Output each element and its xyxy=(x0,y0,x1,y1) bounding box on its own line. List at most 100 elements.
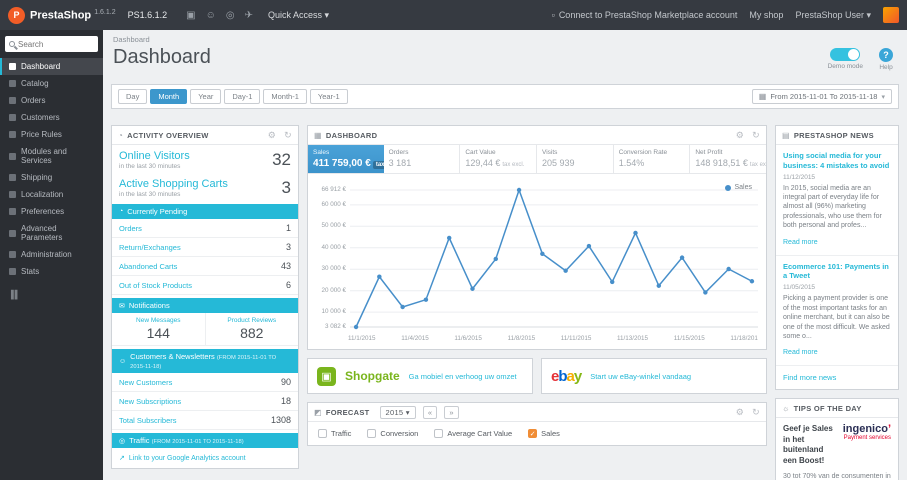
marketplace-link[interactable]: ▫ Connect to PrestaShop Marketplace accou… xyxy=(552,10,738,20)
news-icon: ▤ xyxy=(782,130,790,140)
user-avatar[interactable] xyxy=(883,7,899,23)
abandoned-carts-row[interactable]: Abandoned Carts 43 xyxy=(112,257,298,276)
filter-year-button[interactable]: Year xyxy=(190,89,222,104)
marketplace-icon: ▫ xyxy=(551,10,555,20)
date-range-picker[interactable]: ▦ From 2015-11-01 To 2015-11-18 ▾ xyxy=(751,89,892,104)
refresh-icon[interactable]: ↻ xyxy=(752,407,760,418)
my-shop-link[interactable]: My shop xyxy=(749,10,783,20)
collapse-sidebar-button[interactable]: ▐▌ xyxy=(0,280,103,309)
google-analytics-link[interactable]: ↗ Link to your Google Analytics account xyxy=(112,448,298,468)
cart-icon[interactable]: ▣ xyxy=(186,10,195,21)
refresh-icon[interactable]: ↻ xyxy=(284,130,292,141)
currently-pending-header: ◔ Currently Pending xyxy=(112,204,298,219)
sidebar-item-localization[interactable]: Localization xyxy=(0,186,103,203)
preferences-icon xyxy=(9,208,16,215)
kpi-visits[interactable]: Visits 205 939 xyxy=(537,145,614,173)
forecast-traffic-checkbox[interactable]: Traffic xyxy=(318,429,351,438)
out-of-stock-row[interactable]: Out of Stock Products 6 xyxy=(112,276,298,295)
kpi-cart-value[interactable]: Cart Value 129,44 € tax excl. xyxy=(460,145,538,173)
total-subscribers-row[interactable]: Total Subscribers 1308 xyxy=(112,411,298,430)
filter-year-1-button[interactable]: Year-1 xyxy=(309,89,348,104)
topbar-right: ▫ Connect to PrestaShop Marketplace accou… xyxy=(552,7,899,23)
news-item-title[interactable]: Ecommerce 101: Payments in a Tweet xyxy=(783,262,891,282)
shopgate-logo-icon: ▣ xyxy=(317,366,336,386)
sidebar-item-preferences[interactable]: Preferences xyxy=(0,203,103,220)
forecast-sales-checkbox[interactable]: ✓ Sales xyxy=(528,429,560,438)
y-tick-label: 20 000 € xyxy=(321,286,346,294)
ebay-link[interactable]: Start uw eBay-winkel vandaag xyxy=(590,372,691,381)
sidebar-item-orders[interactable]: Orders xyxy=(0,92,103,109)
sidebar-item-shipping[interactable]: Shipping xyxy=(0,169,103,186)
prestashop-logo-icon[interactable]: P xyxy=(8,6,25,24)
forecast-avg-cart-checkbox[interactable]: Average Cart Value xyxy=(434,429,512,438)
filter-day-button[interactable]: Day xyxy=(118,89,148,104)
new-messages-cell[interactable]: New Messages 144 xyxy=(112,313,205,345)
page-title: Dashboard xyxy=(113,46,211,68)
sidebar-item-administration[interactable]: Administration xyxy=(0,246,103,263)
search-input[interactable] xyxy=(18,39,94,49)
sidebar-item-stats[interactable]: Stats xyxy=(0,263,103,280)
administration-icon xyxy=(9,251,16,258)
profile-icon[interactable]: ☺ xyxy=(206,10,216,21)
read-more-link[interactable]: Read more xyxy=(783,349,818,356)
chart-plot-area: Sales xyxy=(350,182,758,332)
brand-name: PrestaShop 1.6.1.2 xyxy=(30,8,116,22)
forecast-conversion-checkbox[interactable]: Conversion xyxy=(367,429,418,438)
header-tools: Demo mode ? Help xyxy=(828,46,899,71)
sidebar-item-dashboard[interactable]: Dashboard xyxy=(0,58,103,75)
shopgate-link[interactable]: Ga mobiel en verhoog uw omzet xyxy=(409,372,517,381)
sidebar: Dashboard Catalog Orders Customers Price… xyxy=(0,30,103,480)
gear-icon[interactable]: ⚙ xyxy=(268,130,276,141)
demo-mode-control: Demo mode xyxy=(828,48,863,71)
sidebar-item-price-rules[interactable]: Price Rules xyxy=(0,126,103,143)
breadcrumb: Dashboard xyxy=(113,35,150,44)
help-icon[interactable]: ? xyxy=(879,48,893,62)
news-item-title[interactable]: Using social media for your business: 4 … xyxy=(783,151,891,171)
pending-returns-row[interactable]: Return/Exchanges 3 xyxy=(112,238,298,257)
kpi-orders[interactable]: Orders 3 181 xyxy=(384,145,461,173)
sidebar-item-catalog[interactable]: Catalog xyxy=(0,75,103,92)
rocket-icon[interactable]: ✈ xyxy=(245,10,253,21)
chart-x-axis: 11/1/2015 11/4/2015 11/6/2015 11/8/2015 … xyxy=(348,335,758,342)
y-tick-label: 3 082 € xyxy=(324,323,346,330)
tips-headline: Geef je Sales in het buitenland een Boos… xyxy=(783,424,833,465)
forecast-panel: ◩ FORECAST 2015 ▾ « » ⚙ ↻ Traffic Conver… xyxy=(307,402,767,446)
kpi-net-profit[interactable]: Net Profit 148 918,51 €tax excl. xyxy=(690,145,766,173)
pending-orders-row[interactable]: Orders 1 xyxy=(112,219,298,238)
main-content: Dashboard Dashboard Demo mode ? Help Day… xyxy=(103,30,907,480)
lifering-icon[interactable]: ◎ xyxy=(226,10,235,21)
version-label: 1.6.1.2 xyxy=(94,8,116,16)
product-reviews-cell[interactable]: Product Reviews 882 xyxy=(204,313,299,345)
shop-name-link[interactable]: PS1.6.1.2 xyxy=(128,10,168,20)
read-more-link[interactable]: Read more xyxy=(783,239,818,246)
active-carts-stat[interactable]: Active Shopping Carts in the last 30 min… xyxy=(112,173,298,201)
online-visitors-stat[interactable]: Online Visitors in the last 30 minutes 3… xyxy=(112,145,298,173)
date-filter-bar: Day Month Year Day-1 Month-1 Year-1 ▦ Fr… xyxy=(111,84,899,109)
new-customers-row[interactable]: New Customers 90 xyxy=(112,373,298,392)
sidebar-item-customers[interactable]: Customers xyxy=(0,109,103,126)
quick-access-menu[interactable]: Quick Access ▾ xyxy=(268,10,329,21)
filter-day-1-button[interactable]: Day-1 xyxy=(224,89,261,104)
filter-month-1-button[interactable]: Month-1 xyxy=(263,89,307,104)
activity-icon: ◔ xyxy=(118,130,124,140)
refresh-icon[interactable]: ↻ xyxy=(752,130,760,141)
forecast-next-button[interactable]: » xyxy=(444,405,459,419)
news-item-body: Picking a payment provider is one of the… xyxy=(783,295,890,340)
news-header: ▤ PRESTASHOP NEWS xyxy=(776,126,898,145)
kpi-sales[interactable]: Sales 411 759,00 €tax excl. xyxy=(308,145,384,173)
gear-icon[interactable]: ⚙ xyxy=(736,407,744,418)
forecast-prev-button[interactable]: « xyxy=(422,405,438,419)
sidebar-item-advanced-parameters[interactable]: Advanced Parameters xyxy=(0,220,103,246)
gear-icon[interactable]: ⚙ xyxy=(736,130,744,141)
kpi-conversion-rate[interactable]: Conversion Rate 1.54% xyxy=(614,145,691,173)
dashboard-icon xyxy=(9,63,16,70)
user-menu[interactable]: PrestaShop User ▾ xyxy=(795,10,871,21)
news-item-body: In 2015, social media are an integral pa… xyxy=(783,184,882,230)
clock-icon: ◔ xyxy=(119,208,124,215)
filter-month-button[interactable]: Month xyxy=(150,89,188,104)
new-subscriptions-row[interactable]: New Subscriptions 18 xyxy=(112,392,298,411)
find-more-news-link[interactable]: Find more news xyxy=(776,366,898,389)
sidebar-item-modules[interactable]: Modules and Services xyxy=(0,143,103,169)
forecast-year-select[interactable]: 2015 ▾ xyxy=(379,405,416,419)
demo-mode-toggle[interactable] xyxy=(830,48,861,61)
